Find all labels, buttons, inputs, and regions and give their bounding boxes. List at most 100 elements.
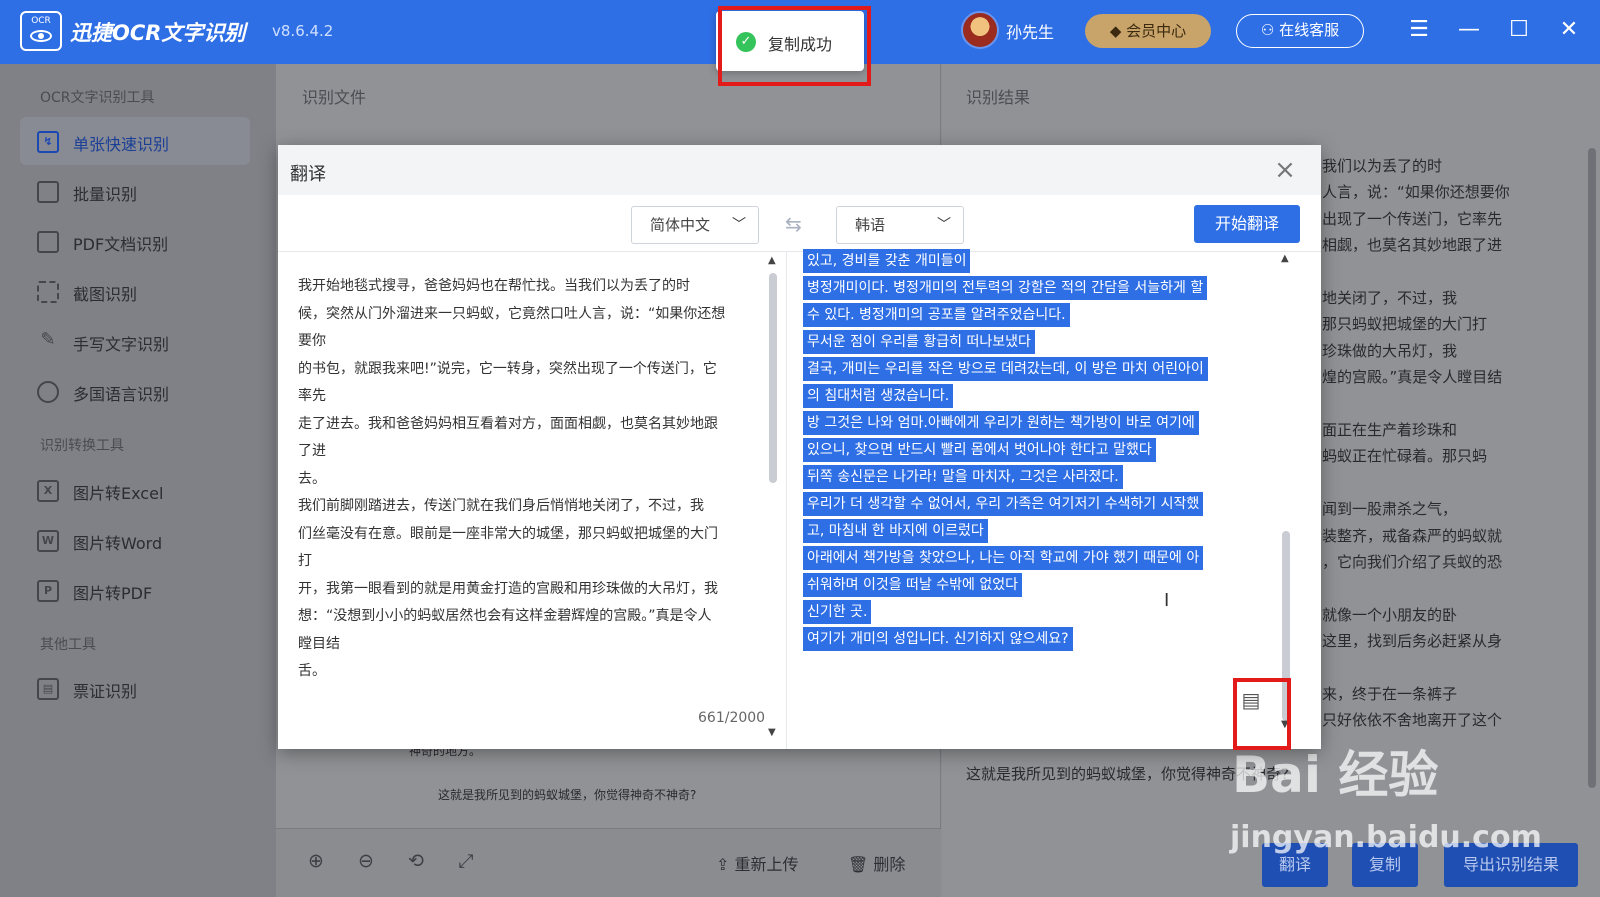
translated-text-line: 무서운 점이 우리를 황급히 떠나보냈다 [803,330,1035,354]
app-window: OCR 迅捷OCR文字识别 v8.6.4.2 孙先生 ◆ 会员中心 ⚇ 在线客服… [0,0,1600,897]
user-avatar[interactable] [961,11,999,49]
translated-text-line: 고, 마침내 한 바지에 이르렀다 [803,519,988,543]
baidu-watermark-url: jingyan.baidu.com [1230,820,1542,855]
copy-translation-icon[interactable]: ▤ [1234,683,1268,717]
swap-languages-icon[interactable]: ⇆ [785,212,802,236]
result-text-line: 人言，说：“如果你还想要你 [1322,183,1510,202]
sidebar-item-img-to-word[interactable]: W 图片转Word [20,516,250,564]
source-text-line: 的书包，就跟我来吧!”说完，它一转身，突然出现了一个传送门，它 [298,360,717,377]
chevron-down-icon: ﹀ [732,217,746,233]
result-text-line: 闻到一股肃杀之气， [1322,500,1458,519]
result-text-line: 煌的宫殿。”真是令人瞠目结 [1322,368,1503,387]
ticket-icon: ▤ [37,678,59,700]
fit-screen-icon[interactable]: ⤢ [454,849,478,873]
delete-button[interactable]: 🗑 删除 [848,851,905,875]
rotate-icon[interactable]: ⟲ [404,849,428,873]
upload-icon: ⇪ [716,855,735,874]
result-text-line: 相觑，也莫名其妙地跟了进 [1322,236,1503,255]
sidebar-item-img-to-excel[interactable]: X 图片转Excel [20,466,250,514]
source-text-line: 走了进去。我和爸爸妈妈相互看着对方，面面相觑，也莫名其妙地跟 [298,415,718,432]
handwriting-icon: ✎ [40,329,56,350]
start-translate-button[interactable]: 开始翻译 [1194,205,1300,243]
close-icon[interactable]: ✕ [1556,17,1582,43]
translated-text-line: 결국, 개미는 우리를 작은 방으로 데려갔는데, 이 방은 마치 어린아이 [803,357,1208,381]
globe-icon [37,381,59,403]
result-scrollbar[interactable] [1586,130,1600,820]
chevron-down-icon: ﹀ [937,217,951,233]
dialog-title: 翻译 [290,164,326,185]
result-text-line: 我们以为丢了的时 [1322,157,1443,175]
image-toolbar: ⊕ ⊖ ⟲ ⤢ ⇪ 重新上传 🗑 删除 [276,828,941,897]
source-text-line: 打 [298,553,312,569]
trash-icon: 🗑 [848,855,874,874]
app-version: v8.6.4.2 [272,22,334,40]
divider [786,251,787,749]
source-text-line: 要你 [298,333,326,349]
translated-text-line: 수 있다. 병정개미의 공포를 알려주었습니다. [803,303,1070,327]
translated-text-line: 있고, 경비를 갖춘 개미들이 [803,249,971,273]
sidebar-item-label: 图片转Excel [73,484,164,503]
translated-text-line: 우리가 더 생각할 수 없어서, 우리 가족은 여기저기 수색하기 시작했 [803,492,1204,516]
vip-center-button[interactable]: ◆ 会员中心 [1085,14,1211,48]
translated-text-line: 쉬워하며 이것을 떠날 수밖에 없었다 [803,573,1022,597]
result-text-line: 那只蚂蚁把城堡的大门打 [1322,315,1488,334]
sidebar-item-ticket[interactable]: ▤ 票证识别 [20,664,250,712]
word-icon: W [37,530,59,552]
sidebar-item-label: 图片转Word [73,534,163,553]
sidebar-item-label: 手写文字识别 [73,335,170,354]
result-text-line: 出现了一个传送门，它率先 [1322,209,1503,228]
zoom-out-icon[interactable]: ⊖ [354,849,378,873]
diamond-icon: ◆ [1109,22,1127,40]
source-text-line: 我们前脚刚踏进去，传送门就在我们身后悄悄地关闭了，不过，我 [298,498,704,514]
close-icon[interactable]: × [1270,155,1300,185]
result-text-line: 地关闭了，不过，我 [1322,289,1458,307]
sidebar-item-single-scan[interactable]: ↯ 单张快速识别 [20,117,250,165]
result-text-line: 面正在生产着珍珠和 [1322,421,1458,439]
sidebar-item-screenshot[interactable]: 截图识别 [20,267,250,315]
reupload-button[interactable]: ⇪ 重新上传 [716,851,799,875]
text-cursor-icon: I [1164,590,1170,611]
batch-icon [37,181,59,203]
translated-text-line: 여기가 개미의 성입니다. 신기하지 않으세요? [803,627,1073,651]
translate-dialog: 翻译 × 简体中文 ﹀ ⇆ 韩语 ﹀ 开始翻译 我开始地毯式搜寻，爸爸妈妈也在帮忙找… [278,145,1321,749]
source-language-select[interactable]: 简体中文 ﹀ [631,206,759,244]
section-title-convert-tools: 识别转换工具 [40,438,124,454]
result-text-line: 珍珠做的大吊灯，我 [1322,341,1458,360]
source-text-line: 想：“没想到小小的蚂蚁居然也会有这样金碧辉煌的宫殿。”真是令人 [298,608,712,624]
translated-text-line: 있으니, 찾으면 반드시 빨리 몸에서 벗어나야 한다고 말했다 [803,438,1156,462]
translated-scrollbar[interactable]: ▲ ▼ [1279,253,1293,741]
result-text-line: 只好依依不舍地离开了这个 [1322,711,1503,730]
result-text-line: 来，终于在一条裤子 [1322,685,1458,703]
sidebar-item-multilang[interactable]: 多国语言识别 [20,367,250,415]
doc-text-line: 这就是我所见到的蚂蚁城堡，你觉得神奇不神奇? [438,788,697,802]
source-text-line: 去。 [298,470,326,487]
source-scrollbar[interactable]: ▲ ▼ [766,253,780,741]
sidebar-item-img-to-pdf[interactable]: P 图片转PDF [20,566,250,614]
sidebar-item-label: 票证识别 [73,682,138,701]
translated-text-line: 의 침대처럼 생겼습니다. [803,384,954,408]
minimize-icon[interactable]: — [1456,17,1482,43]
crop-icon [37,281,59,303]
source-text-line: 了进 [298,443,326,459]
section-title-ocr-tools: OCR文字识别工具 [40,90,155,106]
toast-text: 复制成功 [768,35,833,54]
username[interactable]: 孙先生 [1006,19,1054,43]
zoom-in-icon[interactable]: ⊕ [304,849,328,873]
maximize-icon[interactable]: ☐ [1506,17,1532,43]
app-title: 迅捷OCR文字识别 [70,21,246,45]
pdf-icon: P [37,580,59,602]
online-service-button[interactable]: ⚇ 在线客服 [1236,14,1364,48]
person-icon: ⚇ [1260,21,1280,39]
source-text-line: 们丝毫没有在意。眼前是一座非常大的城堡，那只蚂蚁把城堡的大门 [298,525,718,542]
sidebar-item-label: 批量识别 [73,185,138,204]
sidebar-item-handwriting[interactable]: ✎ 手写文字识别 [20,317,250,365]
sidebar-item-label: 图片转PDF [73,584,153,603]
pdf-doc-icon [37,231,59,253]
sidebar-item-pdf-doc[interactable]: PDF文档识别 [20,217,250,265]
target-language-select[interactable]: 韩语 ﹀ [836,206,964,244]
menu-icon[interactable]: ☰ [1406,17,1432,43]
section-title-other-tools: 其他工具 [40,637,96,653]
result-text-line: 就像一个小朋友的卧 [1322,605,1458,624]
sidebar-item-batch[interactable]: 批量识别 [20,167,250,215]
copy-success-toast: ✓ 复制成功 [716,11,864,71]
